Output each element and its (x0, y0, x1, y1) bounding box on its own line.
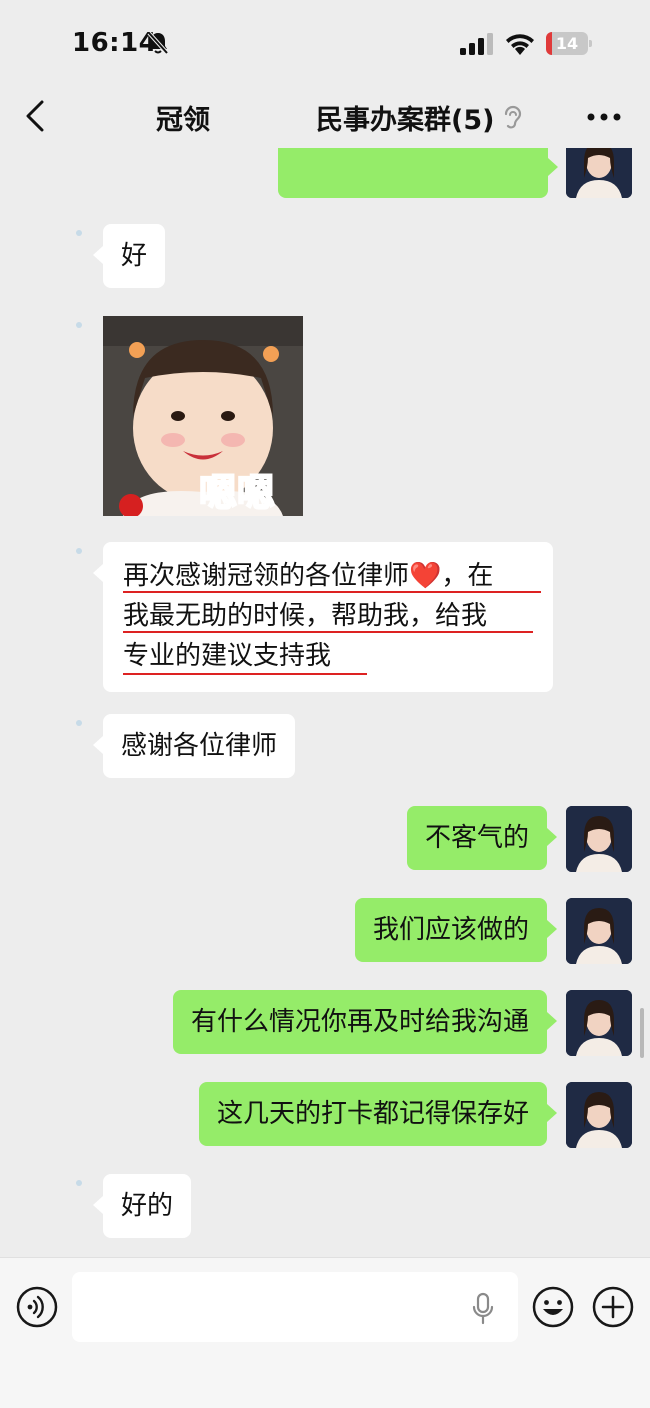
chat-messages[interactable]: 好 嗯嗯 再次感谢冠领的各位律师❤️，在 我最无助的时候，帮助我，给我 专业的建… (0, 148, 650, 1256)
avatar[interactable] (16, 714, 82, 780)
message-line: 再次感谢冠领的各位律师❤️，在 (123, 561, 494, 591)
status-bar: 16:14 14 (0, 0, 650, 88)
plus-icon[interactable] (592, 1286, 634, 1328)
input-bar (0, 1257, 650, 1408)
message-bubble-outgoing[interactable]: 不客气的 (406, 806, 558, 870)
message-bubble-outgoing[interactable]: 有什么情况你再及时给我沟通 (172, 990, 558, 1054)
message-bubble-incoming[interactable]: 再次感谢冠领的各位律师❤️，在 我最无助的时候，帮助我，给我 专业的建议支持我 (93, 542, 553, 692)
avatar[interactable] (16, 542, 82, 608)
ear-icon (505, 105, 522, 128)
sticker-caption: 嗯嗯 (198, 470, 276, 516)
message-input[interactable] (72, 1272, 518, 1342)
mute-icon (147, 31, 169, 55)
annotation-underline (123, 631, 533, 633)
message-bubble-incoming[interactable]: 好的 (92, 1174, 192, 1238)
avatar[interactable] (566, 806, 632, 872)
battery-icon: 14 (546, 32, 592, 55)
annotation-underline (123, 591, 541, 593)
mic-icon[interactable] (470, 1292, 496, 1326)
more-icon[interactable] (586, 112, 622, 122)
emoji-icon[interactable] (532, 1286, 574, 1328)
wifi-icon (506, 34, 534, 55)
avatar[interactable] (16, 224, 82, 290)
chat-title-group[interactable]: 民事办案群(5) (316, 98, 522, 137)
voice-icon[interactable] (16, 1286, 58, 1328)
sticker-image[interactable]: 嗯嗯 (103, 316, 303, 516)
message-bubble-incoming[interactable]: 感谢各位律师 (92, 714, 296, 778)
message-line: 专业的建议支持我 (123, 641, 332, 671)
message-bubble-outgoing[interactable] (278, 148, 558, 198)
avatar[interactable] (566, 1082, 632, 1148)
annotation-underline (123, 673, 367, 675)
status-time: 16:14 (72, 28, 158, 58)
message-bubble-outgoing[interactable]: 我们应该做的 (354, 898, 558, 962)
signal-icon (460, 33, 493, 55)
scrollbar[interactable] (640, 1008, 644, 1058)
avatar[interactable] (16, 316, 82, 382)
avatar[interactable] (16, 1174, 82, 1240)
avatar[interactable] (566, 990, 632, 1056)
message-bubble-incoming[interactable]: 好 (92, 224, 166, 288)
chat-title: 民事办案群(5) (316, 105, 495, 136)
avatar[interactable] (566, 898, 632, 964)
message-line: 我最无助的时候，帮助我，给我 (123, 601, 488, 631)
nav-bar: 冠领 民事办案群(5) (0, 88, 650, 148)
message-bubble-outgoing[interactable]: 这几天的打卡都记得保存好 (198, 1082, 558, 1146)
back-label[interactable]: 冠领 (156, 98, 210, 137)
chevron-left-icon[interactable] (22, 98, 48, 134)
avatar[interactable] (566, 148, 632, 198)
battery-level: 14 (555, 34, 579, 53)
